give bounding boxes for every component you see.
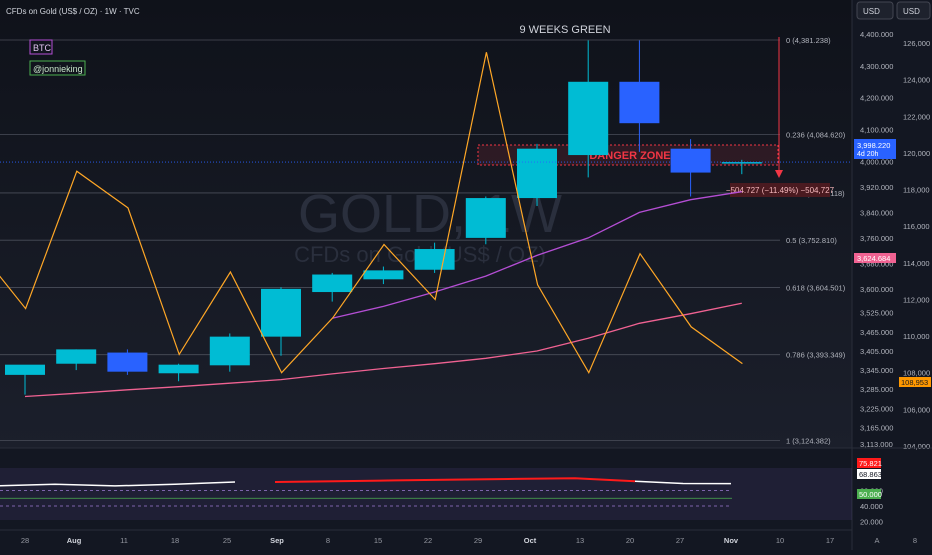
x-tick-10: Oct — [524, 536, 537, 545]
y-tick-16: 3,165.000 — [860, 423, 893, 432]
y-tick-12: 3,405.000 — [860, 347, 893, 356]
currency-button-1-label: USD — [863, 7, 880, 16]
x-tick-13: 27 — [676, 536, 684, 545]
y-tick-btc-1: 124,000 — [903, 76, 930, 85]
y-tick-btc-5: 116,000 — [903, 222, 930, 231]
x-tick-1: Aug — [67, 536, 82, 545]
y-tick-14: 3,285.000 — [860, 385, 893, 394]
fib-label-5: 0.786 (3,393.349) — [786, 351, 846, 360]
current-price-value: 3,998.220 — [857, 141, 890, 150]
candle-body-3 — [158, 364, 199, 374]
fib-label-0: 0 (4,381.238) — [786, 36, 831, 45]
x-tick-18: 8 — [913, 536, 917, 545]
osc-green-tag: 50.000 — [857, 489, 882, 499]
candle-body-1 — [56, 349, 97, 364]
oscillator-band — [0, 468, 852, 520]
weeks-green-label: 9 WEEKS GREEN — [519, 24, 610, 36]
candle-body-6 — [312, 274, 353, 293]
y-tick-0: 4,400.000 — [860, 30, 893, 39]
pink-line-tag: 3,624.684 — [854, 253, 896, 263]
y-tick-13: 3,345.000 — [860, 366, 893, 375]
measure-label: −504.727 (−11.49%) −504,727 — [726, 186, 835, 195]
x-tick-0: 28 — [21, 536, 29, 545]
osc-green-tag-value: 50.000 — [859, 490, 882, 499]
y-tick-10: 3,525.000 — [860, 309, 893, 318]
candle-body-5 — [261, 288, 301, 337]
x-tick-3: 18 — [171, 536, 179, 545]
y-tick-btc-10: 106,000 — [903, 405, 930, 414]
y-tick-btc-2: 122,000 — [903, 112, 930, 121]
y-tick-btc-3: 120,000 — [903, 149, 930, 158]
x-tick-6: 8 — [326, 536, 330, 545]
x-tick-14: Nov — [724, 536, 739, 545]
btc-legend: BTC — [33, 43, 52, 53]
y-tick-btc-4: 118,000 — [903, 186, 930, 195]
candle-body-2 — [107, 352, 148, 372]
y-tick-6: 3,840.000 — [860, 208, 893, 217]
x-tick-17: A — [874, 536, 879, 545]
chart-root: GOLD, 1W CFDs on Gold (US$ / OZ) 0 (4,38… — [0, 0, 932, 550]
osc-tick-1: 40.000 — [860, 502, 883, 511]
currency-button-2[interactable]: USD — [896, 1, 931, 20]
x-tick-11: 13 — [576, 536, 584, 545]
x-tick-2: 11 — [120, 536, 128, 545]
fib-label-6: 1 (3,124.382) — [786, 436, 831, 445]
x-tick-5: Sep — [270, 536, 284, 545]
y-tick-2: 4,200.000 — [860, 94, 893, 103]
candle-body-10 — [517, 148, 557, 199]
osc-tick-2: 20.000 — [860, 518, 883, 527]
fib-label-1: 0.236 (4,084.620) — [786, 130, 846, 139]
osc-red-tag: 75.821 — [857, 458, 882, 468]
current-price-countdown: 4d 20h — [857, 151, 879, 158]
x-tick-12: 20 — [626, 536, 634, 545]
candle-body-12 — [619, 81, 660, 124]
fib-label-3: 0.5 (3,752.810) — [786, 236, 837, 245]
y-tick-btc-6: 114,000 — [903, 259, 930, 268]
osc-red-tag-value: 75.821 — [859, 459, 882, 468]
candle-body-9 — [465, 198, 506, 238]
candle-body-13 — [670, 148, 711, 173]
currency-button-2-label: USD — [903, 7, 920, 16]
x-tick-8: 22 — [424, 536, 432, 545]
fib-label-4: 0.618 (3,604.501) — [786, 283, 846, 292]
y-tick-1: 4,300.000 — [860, 62, 893, 71]
y-tick-btc-7: 112,000 — [903, 295, 930, 304]
osc-white-tag-value: 68.863 — [859, 470, 882, 479]
y-tick-7: 3,760.000 — [860, 234, 893, 243]
candle-body-11 — [568, 81, 609, 156]
orange-line-tag-value: 108,953 — [901, 378, 928, 387]
symbol-line: CFDs on Gold (US$ / OZ) · 1W · TVC — [6, 7, 140, 16]
pink-line-tag-value: 3,624.684 — [857, 254, 890, 263]
y-tick-btc-9: 108,000 — [903, 369, 930, 378]
y-tick-btc-11: 104,000 — [903, 442, 930, 451]
y-tick-9: 3,600.000 — [860, 285, 893, 294]
x-tick-4: 25 — [223, 536, 231, 545]
currency-button-1[interactable]: USD — [856, 1, 894, 20]
candle-body-8 — [414, 249, 455, 270]
candle-body-7 — [363, 270, 404, 280]
candle-body-0 — [5, 364, 45, 375]
x-tick-9: 29 — [474, 536, 482, 545]
y-tick-3: 4,100.000 — [860, 126, 893, 135]
candle-body-4 — [209, 336, 250, 366]
osc-white-tag: 68.863 — [857, 469, 882, 479]
y-tick-btc-0: 126,000 — [903, 39, 930, 48]
x-tick-7: 15 — [374, 536, 382, 545]
orange-line-tag: 108,953 — [899, 377, 931, 387]
y-tick-15: 3,225.000 — [860, 404, 893, 413]
y-tick-5: 3,920.000 — [860, 183, 893, 192]
y-tick-btc-8: 110,000 — [903, 332, 930, 341]
author-label: @jonnieking — [33, 64, 83, 74]
x-tick-16: 17 — [826, 536, 834, 545]
current-price-tag: 3,998.220 4d 20h — [854, 139, 896, 159]
y-tick-11: 3,465.000 — [860, 328, 893, 337]
chart-svg: GOLD, 1W CFDs on Gold (US$ / OZ) 0 (4,38… — [0, 0, 932, 550]
x-tick-15: 10 — [776, 536, 784, 545]
